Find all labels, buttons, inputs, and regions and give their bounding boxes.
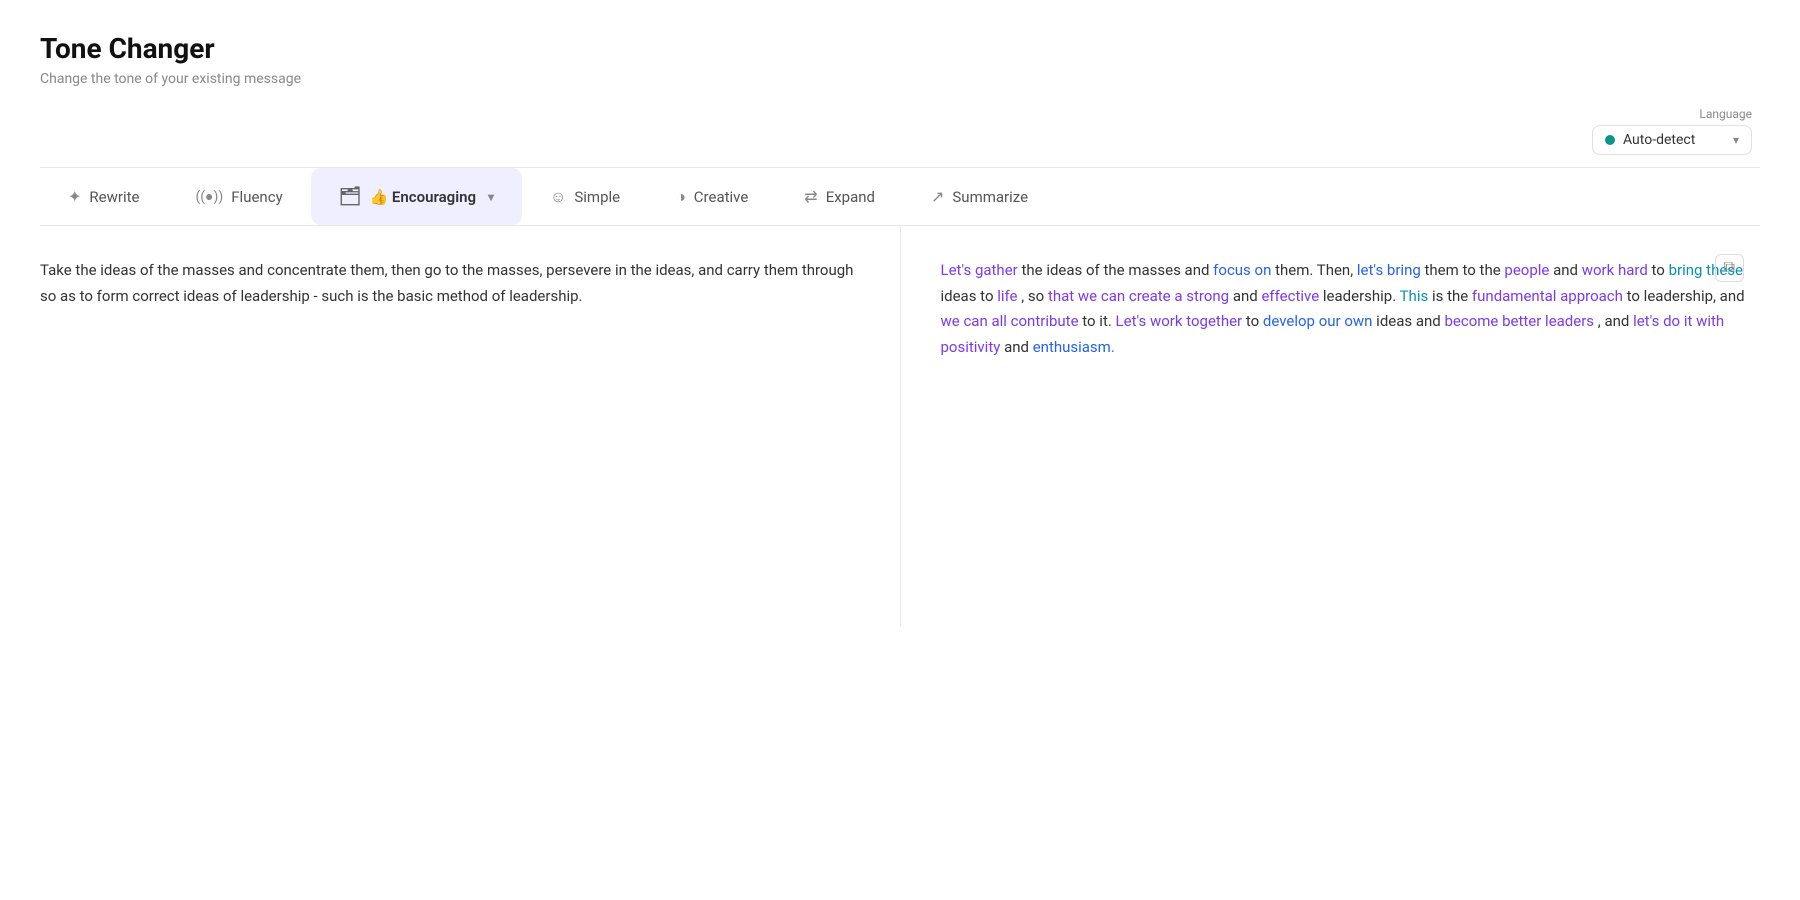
creative-icon: ◑ xyxy=(676,187,686,207)
output-word-33: enthusiasm. xyxy=(1033,338,1115,356)
output-word-24: to it. xyxy=(1082,312,1115,330)
page-title: Tone Changer xyxy=(40,32,1760,65)
summarize-icon: ↗ xyxy=(931,187,944,206)
language-section: Language Auto-detect ▾ xyxy=(1592,107,1752,155)
output-word-8: and xyxy=(1553,261,1582,279)
simple-icon: ☺ xyxy=(550,187,566,207)
content-area: Take the ideas of the masses and concent… xyxy=(40,226,1760,626)
output-word-25: Let's work together xyxy=(1116,312,1243,330)
output-word-7: people xyxy=(1504,261,1549,279)
toolbar-item-creative[interactable]: ◑ Creative xyxy=(648,169,776,225)
output-panel: ⧉ Let's gather the ideas of the masses a… xyxy=(901,226,1761,626)
output-word-18: leadership. xyxy=(1323,287,1400,305)
output-word-10: to xyxy=(1652,261,1669,279)
expand-label: Expand xyxy=(826,188,875,206)
output-word-2: the ideas of the masses and xyxy=(1021,261,1213,279)
simple-label: Simple xyxy=(574,188,620,206)
language-dot xyxy=(1605,135,1615,145)
creative-label: Creative xyxy=(694,188,749,206)
output-word-14: , so xyxy=(1021,287,1048,305)
encouraging-chevron-icon: ▾ xyxy=(488,190,494,204)
encouraging-label: 👍 Encouraging xyxy=(370,188,476,206)
language-selected: Auto-detect xyxy=(1623,132,1695,148)
output-word-1: Let's gather xyxy=(941,261,1018,279)
output-word-27: develop our own xyxy=(1263,312,1373,330)
input-panel: Take the ideas of the masses and concent… xyxy=(40,226,901,626)
output-word-19: This xyxy=(1400,287,1429,305)
output-word-21: fundamental approach xyxy=(1472,287,1623,305)
input-text: Take the ideas of the masses and concent… xyxy=(40,258,860,309)
output-word-5: let's bring xyxy=(1357,261,1421,279)
toolbar: ✦ Rewrite ((●)) Fluency 🗂 👍 Encouraging … xyxy=(40,167,1760,226)
toolbar-item-fluency[interactable]: ((●)) Fluency xyxy=(167,170,310,224)
briefcase-icon: 🗂 xyxy=(339,186,362,207)
output-word-30: , and xyxy=(1598,312,1633,330)
page-wrapper: Tone Changer Change the tone of your exi… xyxy=(0,0,1800,900)
output-word-9: work hard xyxy=(1582,261,1648,279)
toolbar-item-summarize[interactable]: ↗ Summarize xyxy=(903,169,1056,224)
summarize-label: Summarize xyxy=(952,188,1028,206)
toolbar-item-expand[interactable]: ⇄ Expand xyxy=(776,169,903,224)
page-subtitle: Change the tone of your existing message xyxy=(40,71,1760,87)
top-row: Language Auto-detect ▾ xyxy=(40,107,1760,155)
language-dropdown-inner: Auto-detect xyxy=(1605,132,1695,148)
toolbar-item-simple[interactable]: ☺ Simple xyxy=(522,169,648,225)
language-dropdown[interactable]: Auto-detect ▾ xyxy=(1592,125,1752,155)
output-word-12: ideas to xyxy=(941,287,998,305)
output-word-6: them to the xyxy=(1425,261,1505,279)
chevron-down-icon: ▾ xyxy=(1733,133,1739,147)
fluency-icon: ((●)) xyxy=(195,188,223,205)
output-word-32: and xyxy=(1004,338,1033,356)
output-word-16: and xyxy=(1233,287,1262,305)
output-word-4: them. Then, xyxy=(1275,261,1357,279)
copy-button[interactable]: ⧉ xyxy=(1715,254,1744,282)
language-label: Language xyxy=(1699,107,1752,121)
header: Tone Changer Change the tone of your exi… xyxy=(40,32,1760,87)
output-text: Let's gather the ideas of the masses and… xyxy=(941,258,1761,360)
output-word-17: effective xyxy=(1261,287,1319,305)
output-word-22: to leadership, and xyxy=(1627,287,1745,305)
expand-icon: ⇄ xyxy=(804,187,817,206)
output-word-20: is the xyxy=(1432,287,1472,305)
toolbar-item-rewrite[interactable]: ✦ Rewrite xyxy=(40,169,167,224)
output-word-13: life xyxy=(997,287,1017,305)
output-word-26: to xyxy=(1246,312,1263,330)
copy-icon: ⧉ xyxy=(1724,259,1735,277)
rewrite-label: Rewrite xyxy=(89,188,139,206)
output-word-15: that we can create a strong xyxy=(1048,287,1229,305)
toolbar-item-encouraging[interactable]: 🗂 👍 Encouraging ▾ xyxy=(311,168,522,225)
output-word-29: become better leaders xyxy=(1444,312,1594,330)
output-word-23: we can all contribute xyxy=(941,312,1079,330)
output-word-28: ideas and xyxy=(1376,312,1444,330)
rewrite-icon: ✦ xyxy=(68,187,81,206)
output-word-3: focus on xyxy=(1213,261,1271,279)
fluency-label: Fluency xyxy=(231,188,282,206)
